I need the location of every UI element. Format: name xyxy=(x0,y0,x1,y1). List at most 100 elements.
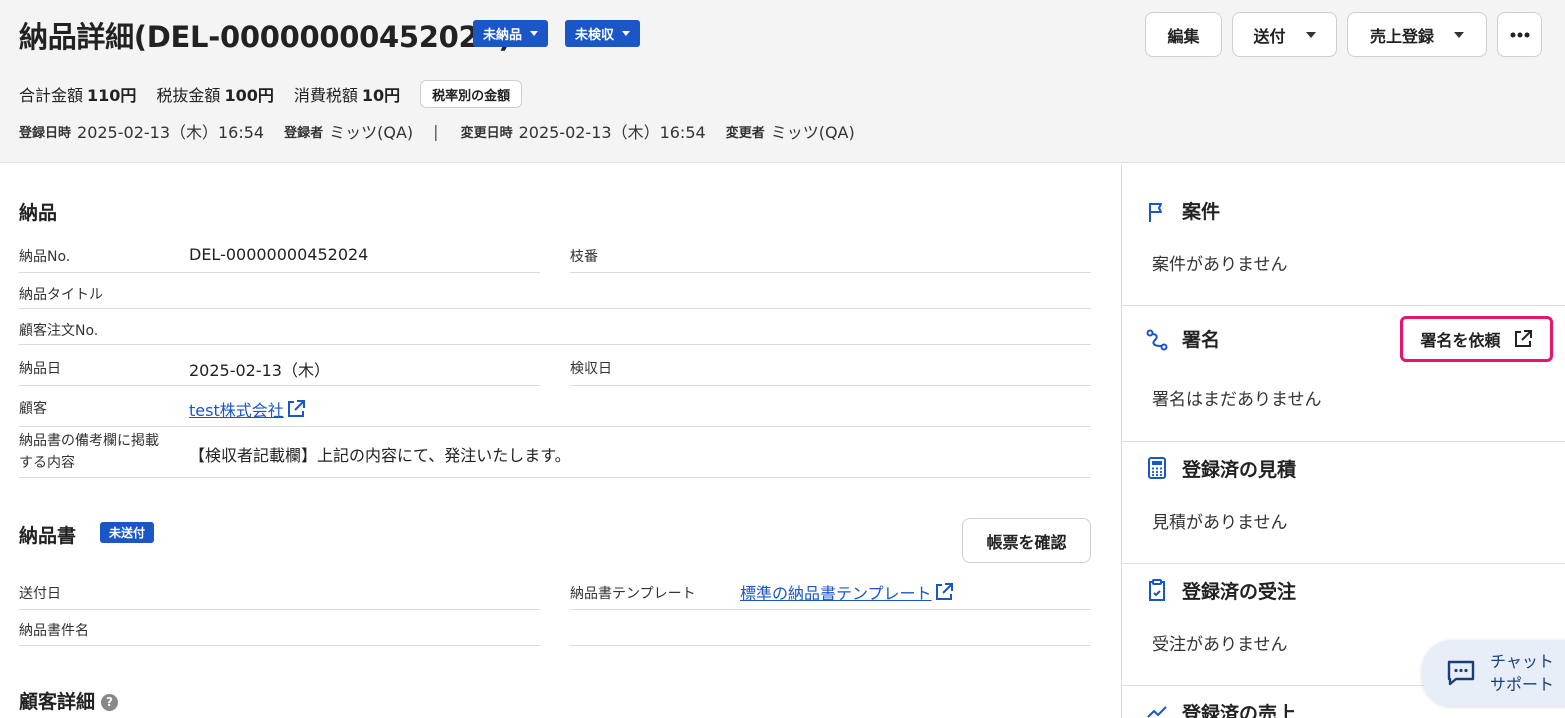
orders-section-title: 登録済の受注 xyxy=(1182,581,1297,603)
customer-detail-section-title: 顧客詳細? xyxy=(19,687,119,714)
divider xyxy=(19,308,1091,309)
external-link-icon xyxy=(1514,330,1532,347)
orders-empty-text: 受注がありません xyxy=(1152,635,1288,655)
tax-rate-breakdown-button[interactable]: 税率別の金額 xyxy=(420,80,523,108)
edit-button-label: 編集 xyxy=(1167,26,1200,46)
divider xyxy=(19,609,540,610)
estimates-empty-text: 見積がありません xyxy=(1152,513,1288,533)
divider xyxy=(19,426,1091,427)
chat-label-line1: チャット xyxy=(1490,652,1554,671)
delivery-date-value: 2025-02-13（木） xyxy=(189,361,330,380)
delivery-title-label: 納品タイトル xyxy=(19,287,103,303)
divider xyxy=(570,609,1091,610)
divider xyxy=(19,385,540,386)
tax-amount-label: 消費税額 xyxy=(293,86,358,105)
delivery-section-title: 納品 xyxy=(19,202,58,224)
created-at-label: 登録日時 xyxy=(19,125,72,141)
customer-label: 顧客 xyxy=(19,401,47,417)
help-icon[interactable]: ? xyxy=(101,694,119,711)
created-at-value: 2025-02-13（木）16:54 xyxy=(77,123,265,142)
estimates-section-title: 登録済の見積 xyxy=(1182,459,1297,481)
sales-section-title: 登録済の売上 xyxy=(1182,703,1297,718)
divider xyxy=(570,272,1091,273)
calculator-icon xyxy=(1148,457,1166,479)
delivery-note-section-title: 納品書 xyxy=(19,525,77,547)
related-sidebar: 案件 案件がありません 署名 署名を依頼 署名はまだありません 登録済の見積 見… xyxy=(1121,164,1565,718)
updated-at-label: 変更日時 xyxy=(460,125,513,141)
chevron-down-icon xyxy=(1454,31,1464,38)
sales-register-button-label: 売上登録 xyxy=(1369,26,1434,46)
chat-label-line2: サポート xyxy=(1490,675,1555,694)
chevron-down-icon xyxy=(622,31,631,36)
inspection-status-dropdown[interactable]: 未検収 xyxy=(565,20,641,47)
request-signature-label: 署名を依頼 xyxy=(1420,331,1501,350)
main-content: 納品 納品No. DEL-00000000452024 枝番 納品タイトル 顧客… xyxy=(0,164,1121,718)
page-header: 納品詳細(DEL-00000000452024) 未納品 未検収 編集 送付 売… xyxy=(0,0,1565,163)
more-icon xyxy=(1510,32,1529,37)
sent-date-label: 送付日 xyxy=(19,586,61,602)
template-link[interactable]: 標準の納品書テンプレート xyxy=(740,580,954,604)
template-link-text: 標準の納品書テンプレート xyxy=(740,584,932,603)
delivery-status-dropdown[interactable]: 未納品 xyxy=(473,20,549,47)
external-link-icon xyxy=(935,583,953,600)
sales-register-button[interactable]: 売上登録 xyxy=(1347,12,1487,57)
divider xyxy=(570,645,1091,646)
request-signature-button[interactable]: 署名を依頼 xyxy=(1400,316,1553,362)
project-empty-text: 案件がありません xyxy=(1152,255,1288,275)
delivery-note-name-label: 納品書件名 xyxy=(19,623,89,639)
customer-detail-title-text: 顧客詳細 xyxy=(19,691,96,713)
project-section-title: 案件 xyxy=(1182,201,1221,223)
flag-icon xyxy=(1149,203,1162,222)
signature-icon xyxy=(1146,329,1168,351)
updater-label: 変更者 xyxy=(725,125,765,141)
delivery-no-label: 納品No. xyxy=(19,249,71,265)
divider xyxy=(19,344,1091,345)
divider xyxy=(19,645,540,646)
divider xyxy=(1122,441,1565,442)
signature-section-title: 署名 xyxy=(1182,329,1221,351)
pretax-amount-value: 100円 xyxy=(224,86,274,105)
delivery-status-label: 未納品 xyxy=(483,28,523,43)
delivery-no-value: DEL-00000000452024 xyxy=(189,245,369,264)
page-title: 納品詳細(DEL-00000000452024) xyxy=(19,20,512,54)
chat-support-button[interactable]: チャット サポート xyxy=(1422,640,1565,706)
customer-order-no-label: 顧客注文No. xyxy=(19,323,99,339)
inspection-status-label: 未検収 xyxy=(575,28,615,43)
delivery-date-label: 納品日 xyxy=(19,361,61,377)
divider xyxy=(570,385,1091,386)
pretax-amount-label: 税抜金額 xyxy=(156,86,221,105)
total-amount-value: 110円 xyxy=(87,86,137,105)
remarks-label: 納品書の備考欄に掲載 する内容 xyxy=(19,430,159,474)
remarks-label-line2: する内容 xyxy=(19,455,75,471)
chat-icon xyxy=(1447,660,1475,686)
meta-separator: | xyxy=(433,121,439,141)
amount-summary: 合計金額 110円 税抜金額 100円 消費税額 10円 税率別の金額 xyxy=(19,80,523,108)
creator-label: 登録者 xyxy=(284,125,324,141)
confirm-document-button[interactable]: 帳票を確認 xyxy=(962,518,1091,563)
signature-empty-text: 署名はまだありません xyxy=(1152,390,1322,410)
send-button-label: 送付 xyxy=(1253,26,1286,46)
divider xyxy=(19,477,1091,478)
remarks-label-line1: 納品書の備考欄に掲載 xyxy=(19,433,159,449)
chevron-down-icon xyxy=(530,31,539,36)
remarks-value: 【検収者記載欄】上記の内容にて、発注いたします。 xyxy=(189,446,571,465)
delivery-note-status-badge: 未送付 xyxy=(100,522,155,543)
updater-value: ミッツ(QA) xyxy=(770,123,855,142)
customer-link[interactable]: test株式会社 xyxy=(189,397,306,421)
external-link-icon xyxy=(287,400,305,417)
creator-value: ミッツ(QA) xyxy=(329,123,414,142)
customer-link-text: test株式会社 xyxy=(189,401,284,420)
divider xyxy=(1122,305,1565,306)
chevron-down-icon xyxy=(1305,31,1316,38)
record-meta: 登録日時 2025-02-13（木）16:54 登録者 ミッツ(QA) | 変更… xyxy=(19,119,875,143)
more-options-button[interactable] xyxy=(1497,12,1542,57)
edit-button[interactable]: 編集 xyxy=(1145,12,1222,57)
updated-at-value: 2025-02-13（木）16:54 xyxy=(518,123,706,142)
divider xyxy=(19,272,540,273)
branch-no-label: 枝番 xyxy=(570,249,598,265)
tax-amount-value: 10円 xyxy=(361,86,401,105)
divider xyxy=(1122,563,1565,564)
send-button[interactable]: 送付 xyxy=(1232,12,1337,57)
inspection-date-label: 検収日 xyxy=(570,361,612,377)
template-label: 納品書テンプレート xyxy=(570,586,696,602)
